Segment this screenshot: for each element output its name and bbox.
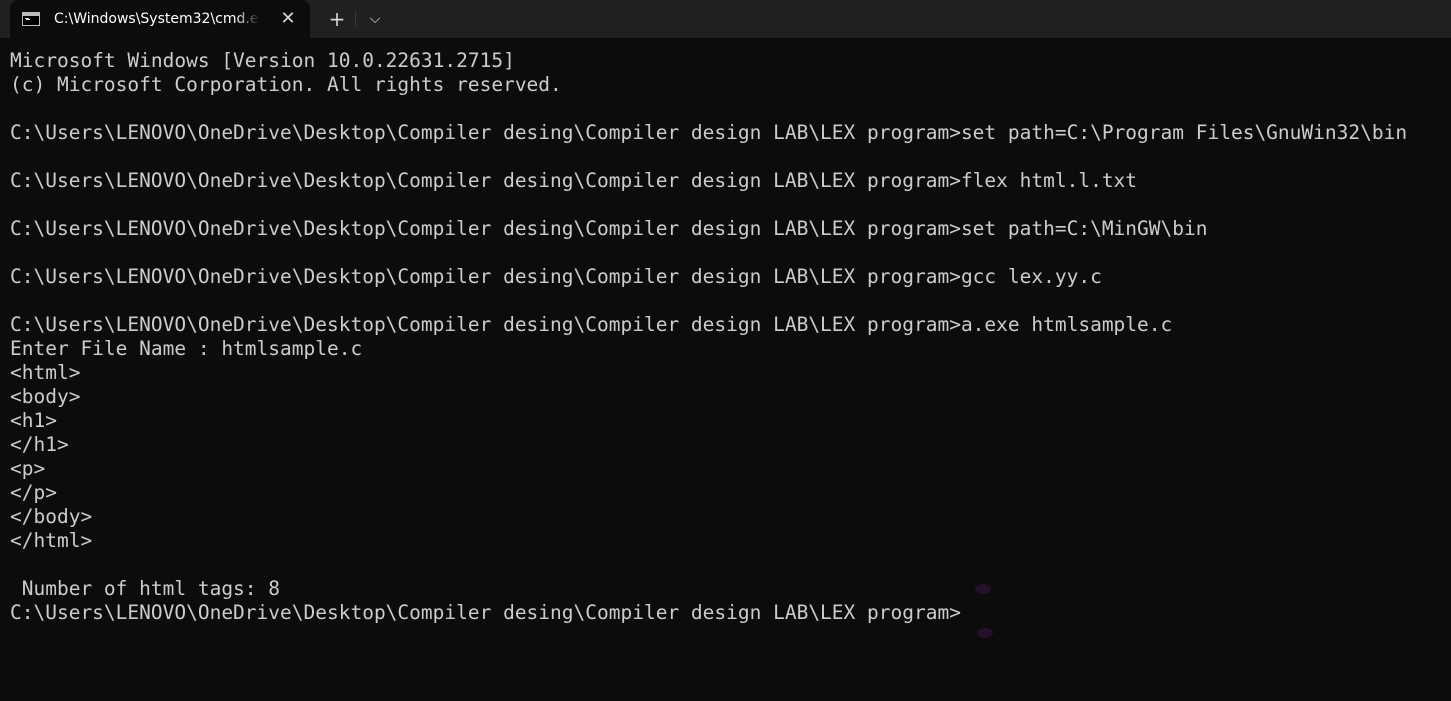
terminal-line: C:\Users\LENOVO\OneDrive\Desktop\Compile… (10, 265, 1102, 288)
terminal-line: </html> (10, 529, 93, 552)
terminal-line: <body> (10, 385, 81, 408)
terminal-line: </h1> (10, 433, 69, 456)
chevron-down-icon[interactable]: ⌵ (360, 4, 390, 34)
console-icon (22, 12, 40, 26)
terminal-line: C:\Users\LENOVO\OneDrive\Desktop\Compile… (10, 217, 1208, 240)
decorative-mark (977, 628, 993, 638)
terminal-window: C:\Windows\System32\cmd.exe ✕ + ⌵ Micros… (0, 0, 1451, 701)
terminal-line: C:\Users\LENOVO\OneDrive\Desktop\Compile… (10, 121, 1408, 144)
terminal-line: C:\Users\LENOVO\OneDrive\Desktop\Compile… (10, 601, 961, 624)
tab-separator (355, 11, 356, 27)
tab-cmd[interactable]: C:\Windows\System32\cmd.exe ✕ (10, 0, 310, 38)
terminal-line: </p> (10, 481, 57, 504)
terminal-line: (c) Microsoft Corporation. All rights re… (10, 73, 562, 96)
close-icon[interactable]: ✕ (278, 9, 298, 29)
terminal-line: Enter File Name : htmlsample.c (10, 337, 363, 360)
terminal-output[interactable]: Microsoft Windows [Version 10.0.22631.27… (0, 38, 1451, 701)
terminal-line: C:\Users\LENOVO\OneDrive\Desktop\Compile… (10, 169, 1138, 192)
terminal-line: Number of html tags: 8 (10, 577, 281, 600)
new-tab-button[interactable]: + (322, 4, 352, 34)
terminal-line: </body> (10, 505, 93, 528)
decorative-mark (975, 584, 991, 594)
terminal-line: <p> (10, 457, 46, 480)
tab-title: C:\Windows\System32\cmd.exe (54, 11, 260, 27)
terminal-line: <html> (10, 361, 81, 384)
tab-bar: C:\Windows\System32\cmd.exe ✕ + ⌵ (0, 0, 1451, 38)
terminal-line: C:\Users\LENOVO\OneDrive\Desktop\Compile… (10, 313, 1173, 336)
terminal-line: Microsoft Windows [Version 10.0.22631.27… (10, 49, 515, 72)
terminal-line: <h1> (10, 409, 57, 432)
